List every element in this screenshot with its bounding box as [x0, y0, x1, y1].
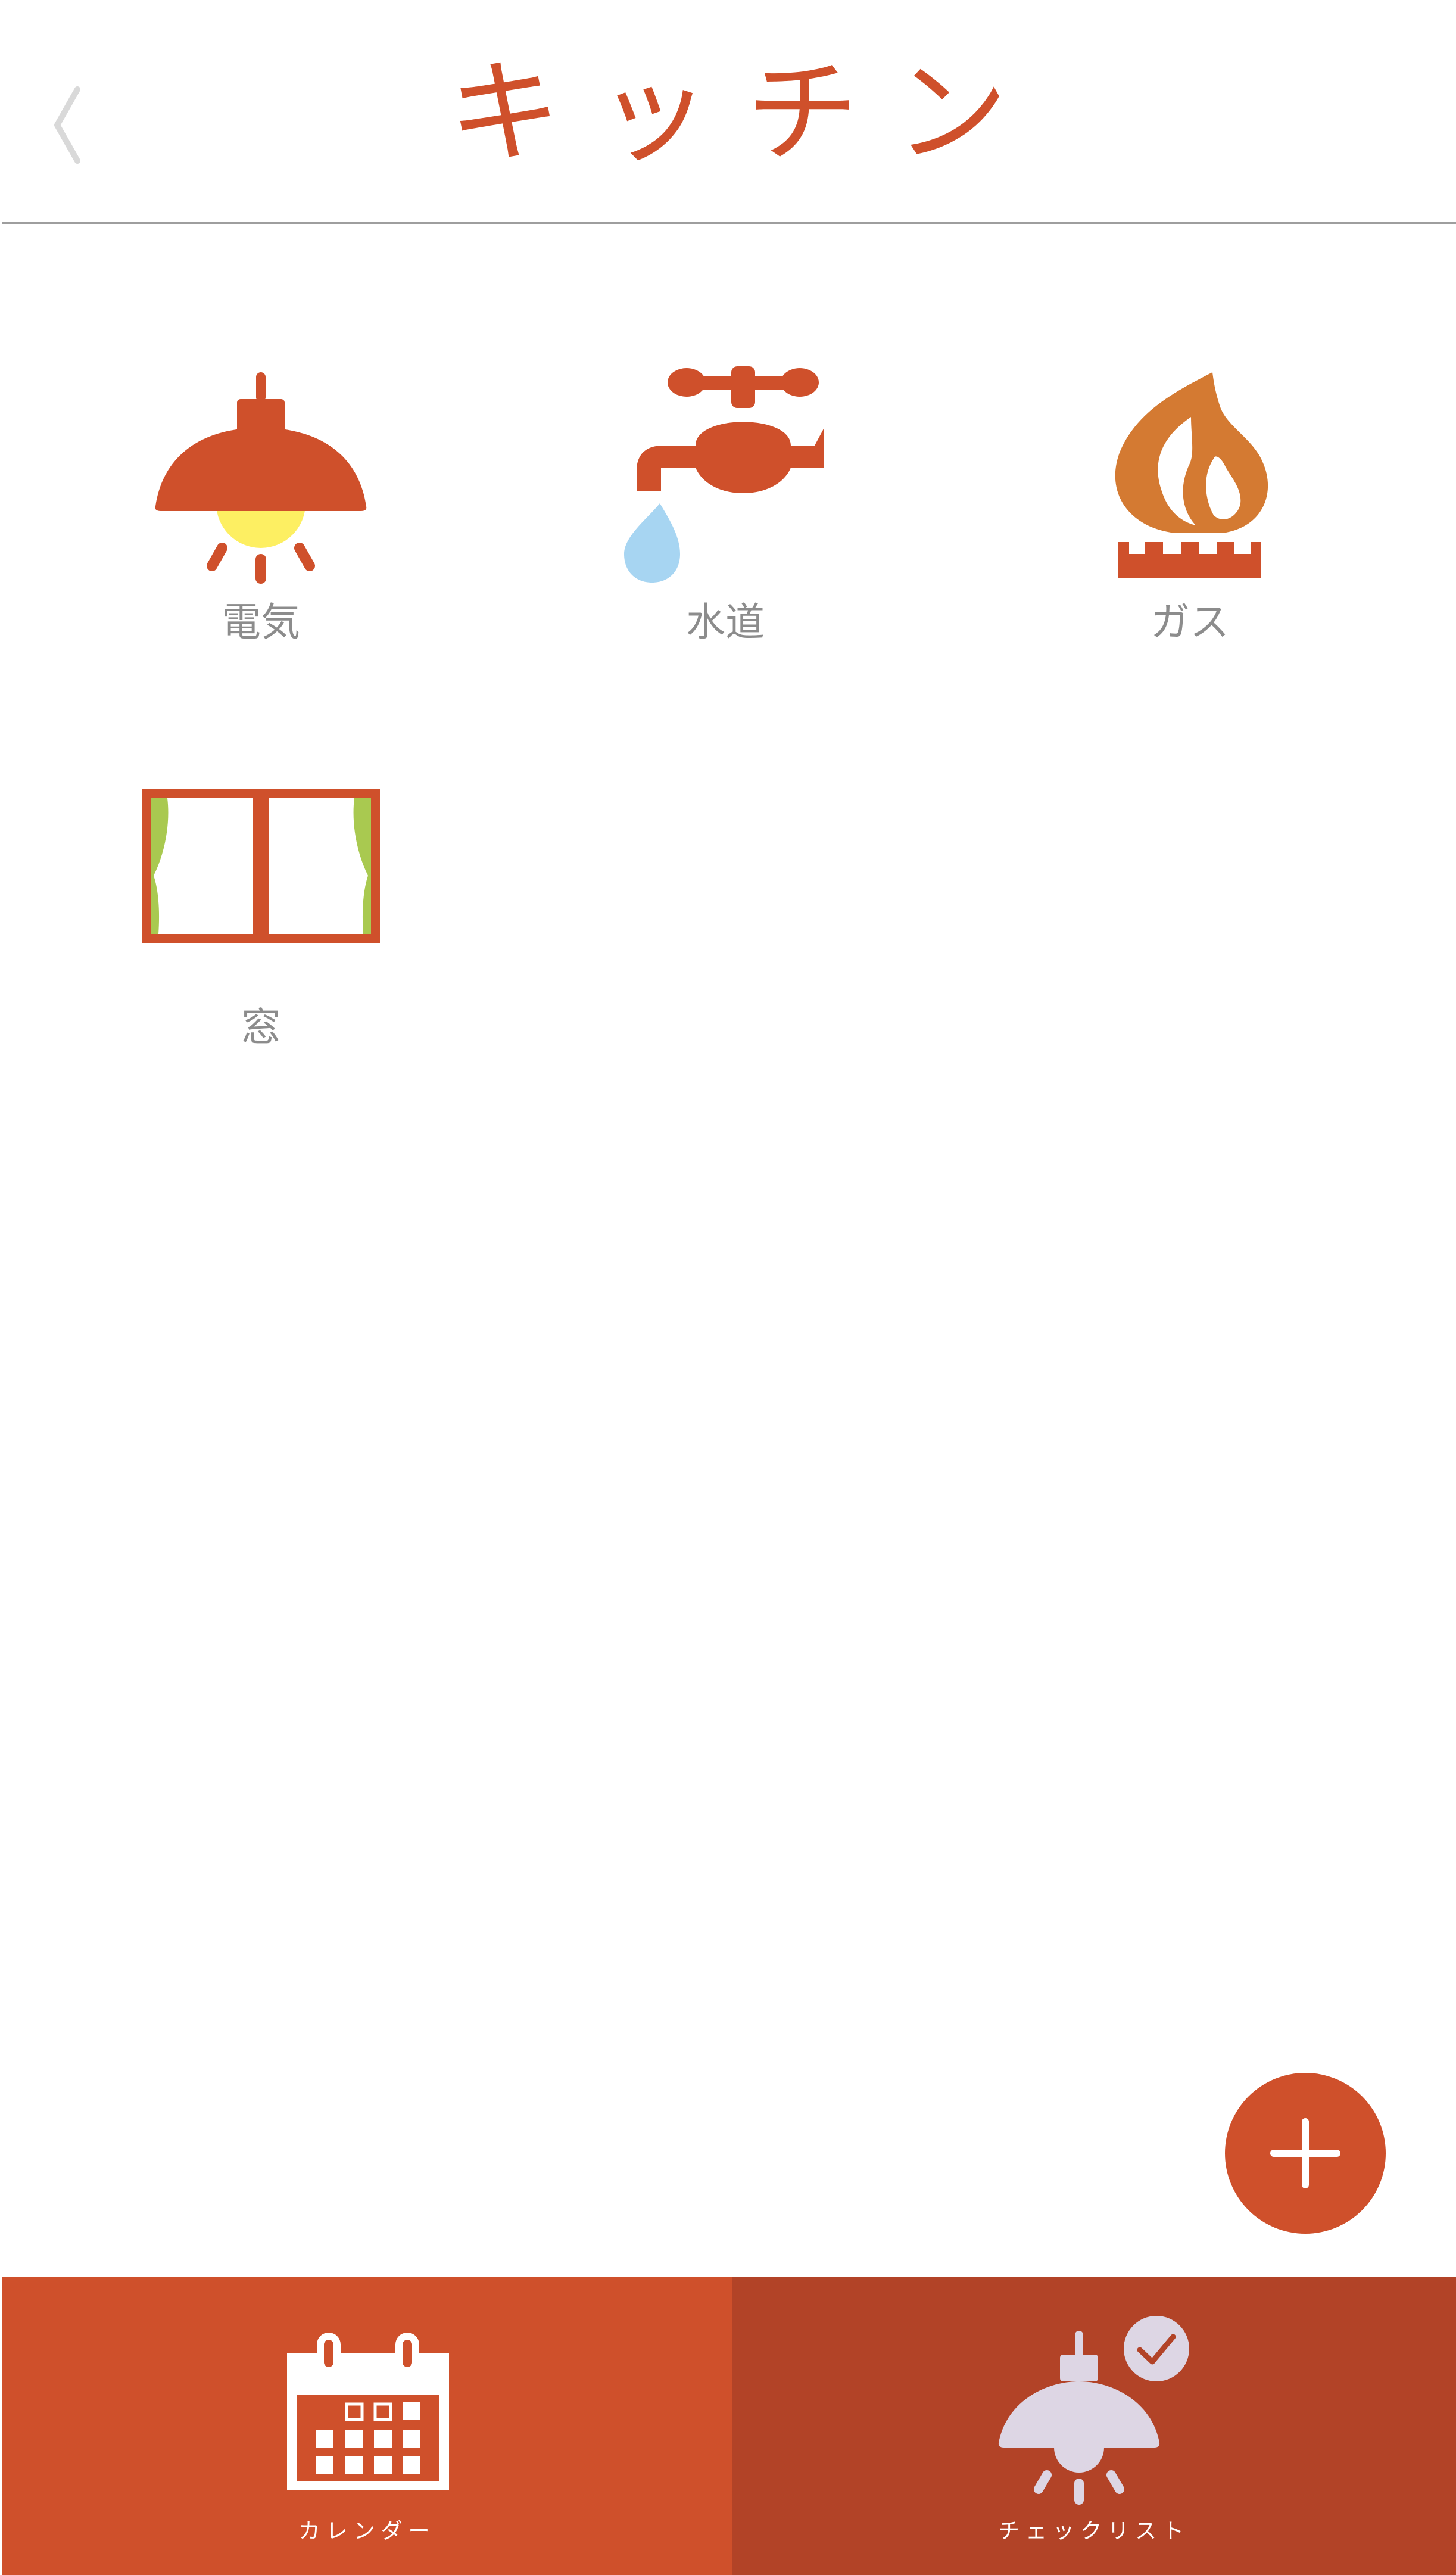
ceiling-lamp-icon	[155, 372, 367, 584]
tab-calendar[interactable]: カレンダー	[2, 2277, 732, 2575]
category-tile-window[interactable]: 窓	[94, 786, 428, 1060]
category-tile-electricity[interactable]: 電気	[94, 357, 428, 667]
plus-icon	[1270, 2118, 1340, 2188]
category-label: 窓	[241, 1004, 280, 1050]
add-button[interactable]	[1225, 2073, 1386, 2234]
tab-checklist-label: チェックリスト	[997, 2519, 1190, 2543]
page-title: キッチン	[448, 47, 1044, 179]
category-tile-gas[interactable]: ガス	[1023, 357, 1357, 667]
category-label: ガス	[1151, 599, 1229, 645]
category-label: 電気	[222, 599, 300, 645]
checklist-lamp-icon	[998, 2316, 1189, 2505]
category-label: 水道	[686, 599, 765, 645]
tab-checklist[interactable]: チェックリスト	[732, 2277, 1456, 2575]
category-tile-water[interactable]: 水道	[559, 357, 892, 667]
window-curtain-icon	[142, 789, 380, 943]
header-bar: キッチン	[0, 0, 1456, 224]
water-faucet-icon	[624, 366, 824, 583]
bottom-tab-bar: カレンダー チェックリスト	[2, 2277, 1456, 2575]
header-divider	[2, 222, 1456, 224]
gas-flame-icon	[1115, 372, 1268, 578]
tab-calendar-label: カレンダー	[298, 2519, 436, 2543]
calendar-icon	[287, 2333, 449, 2490]
